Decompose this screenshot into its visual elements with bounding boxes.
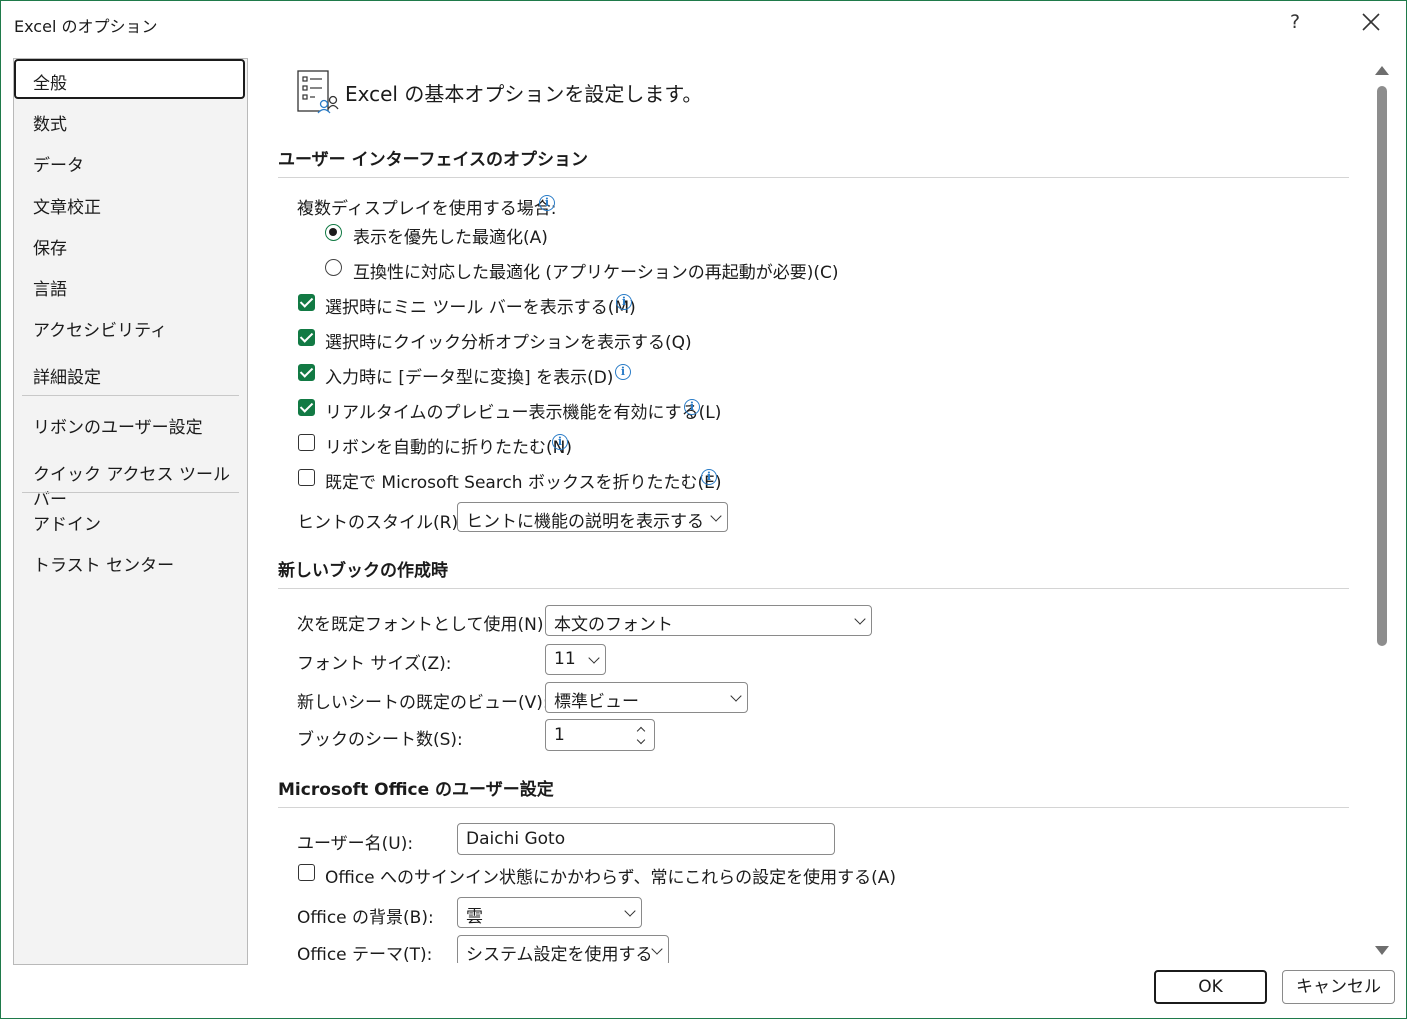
collapse-ribbon-label[interactable]: リボンを自動的に折りたたむ(N) [325,433,572,458]
cancel-button[interactable]: キャンセル [1282,970,1395,1004]
always-use-settings-label[interactable]: Office へのサインイン状態にかかわらず、常にこれらの設定を使用する(A) [325,863,896,888]
spin-down-icon[interactable] [636,735,646,745]
page-heading: Excel の基本オプションを設定します。 [345,82,703,106]
office-background-label: Office の背景(B): [297,908,434,928]
general-options-icon [297,70,339,114]
section-divider [278,177,1349,178]
collapse-search-label[interactable]: 既定で Microsoft Search ボックスを折りたたむ(E) [325,468,721,493]
default-view-label: 新しいシートの既定のビュー(V): [297,693,549,713]
nav-item-addins[interactable]: アドイン [33,510,101,535]
sheet-count-spinner[interactable]: 1 [545,719,655,751]
section-divider [278,588,1349,589]
nav-item-trust-center[interactable]: トラスト センター [33,551,174,576]
scroll-down-icon[interactable] [1375,946,1389,955]
screentip-style-label: ヒントのスタイル(R): [297,513,464,533]
mini-toolbar-checkbox[interactable] [298,294,315,311]
scroll-up-icon[interactable] [1375,66,1389,75]
info-icon[interactable]: i [615,364,631,380]
ok-button[interactable]: OK [1154,970,1267,1004]
office-theme-select[interactable]: システム設定を使用する [457,935,669,963]
always-use-settings-checkbox[interactable] [298,864,315,881]
options-content: Excel の基本オプションを設定します。 ユーザー インターフェイスのオプショ… [277,58,1352,963]
chevron-down-icon [730,690,742,702]
info-icon[interactable]: i [539,195,555,211]
nav-item-accessibility[interactable]: アクセシビリティ [33,316,167,341]
chevron-down-icon [854,613,866,625]
multi-display-label: 複数ディスプレイを使用する場合: [297,199,557,219]
radio-optimize-compat-label[interactable]: 互換性に対応した最適化 (アプリケーションの再起動が必要)(C) [353,258,838,283]
chevron-down-icon [651,943,663,955]
help-button[interactable]: ? [1290,11,1300,33]
nav-item-quick-access-toolbar[interactable]: クイック アクセス ツール バー [33,460,247,510]
convert-datatype-checkbox[interactable] [298,364,315,381]
convert-datatype-label[interactable]: 入力時に [データ型に変換] を表示(D) [325,363,613,388]
vertical-scrollbar[interactable] [1372,58,1392,963]
nav-item-data[interactable]: データ [33,151,84,176]
default-font-select[interactable]: 本文のフォント [545,605,872,636]
title-bar: Excel のオプション ? [1,1,1406,45]
collapse-search-checkbox[interactable] [298,469,315,486]
nav-divider [22,395,239,396]
info-icon[interactable]: i [552,434,568,450]
font-size-label: フォント サイズ(Z): [297,654,452,674]
nav-divider [22,492,239,493]
office-background-select[interactable]: 雲 [457,897,642,928]
section-divider [278,807,1349,808]
nav-item-advanced[interactable]: 詳細設定 [33,363,101,388]
screentip-style-select[interactable]: ヒントに機能の説明を表示する [457,502,728,532]
section-heading-ui-options: ユーザー インターフェイスのオプション [278,150,589,170]
radio-optimize-compat[interactable] [325,259,342,276]
nav-item-proofing[interactable]: 文章校正 [33,193,101,218]
section-heading-new-workbook: 新しいブックの作成時 [278,561,448,581]
mini-toolbar-label[interactable]: 選択時にミニ ツール バーを表示する(M) [325,293,636,318]
chevron-down-icon [624,905,636,917]
scrollbar-thumb[interactable] [1377,86,1387,646]
font-size-select[interactable]: 11 [545,644,606,675]
info-icon[interactable]: i [701,469,717,485]
live-preview-checkbox[interactable] [298,399,315,416]
default-view-select[interactable]: 標準ビュー [545,682,748,713]
chevron-down-icon [710,510,722,522]
section-heading-office-settings: Microsoft Office のユーザー設定 [278,780,554,800]
nav-item-general[interactable]: 全般 [33,69,67,94]
office-theme-label: Office テーマ(T): [297,945,433,963]
spin-up-icon[interactable] [636,726,646,736]
quick-analysis-label[interactable]: 選択時にクイック分析オプションを表示する(Q) [325,328,692,353]
category-nav: 全般 数式 データ 文章校正 保存 言語 アクセシビリティ 詳細設定 リボンのユ… [13,58,248,965]
radio-optimize-display-label[interactable]: 表示を優先した最適化(A) [353,223,548,248]
nav-item-customize-ribbon[interactable]: リボンのユーザー設定 [33,413,203,438]
info-icon[interactable]: i [616,294,632,310]
quick-analysis-checkbox[interactable] [298,329,315,346]
excel-options-dialog: Excel のオプション ? 全般 数式 データ 文章校正 保存 言語 アクセシ… [0,0,1407,1019]
sheet-count-label: ブックのシート数(S): [297,730,463,750]
info-icon[interactable]: i [684,399,700,415]
username-input[interactable]: Daichi Goto [457,823,835,855]
live-preview-label[interactable]: リアルタイムのプレビュー表示機能を有効にする(L) [325,398,721,423]
chevron-down-icon [588,652,600,664]
dialog-title: Excel のオプション [14,17,158,36]
collapse-ribbon-checkbox[interactable] [298,434,315,451]
default-font-label: 次を既定フォントとして使用(N): [297,615,550,635]
nav-item-language[interactable]: 言語 [33,275,67,300]
radio-optimize-display[interactable] [325,224,342,241]
nav-item-formulas[interactable]: 数式 [33,110,67,135]
username-label: ユーザー名(U): [297,834,414,854]
close-icon[interactable] [1355,6,1387,38]
nav-item-save[interactable]: 保存 [33,234,67,259]
